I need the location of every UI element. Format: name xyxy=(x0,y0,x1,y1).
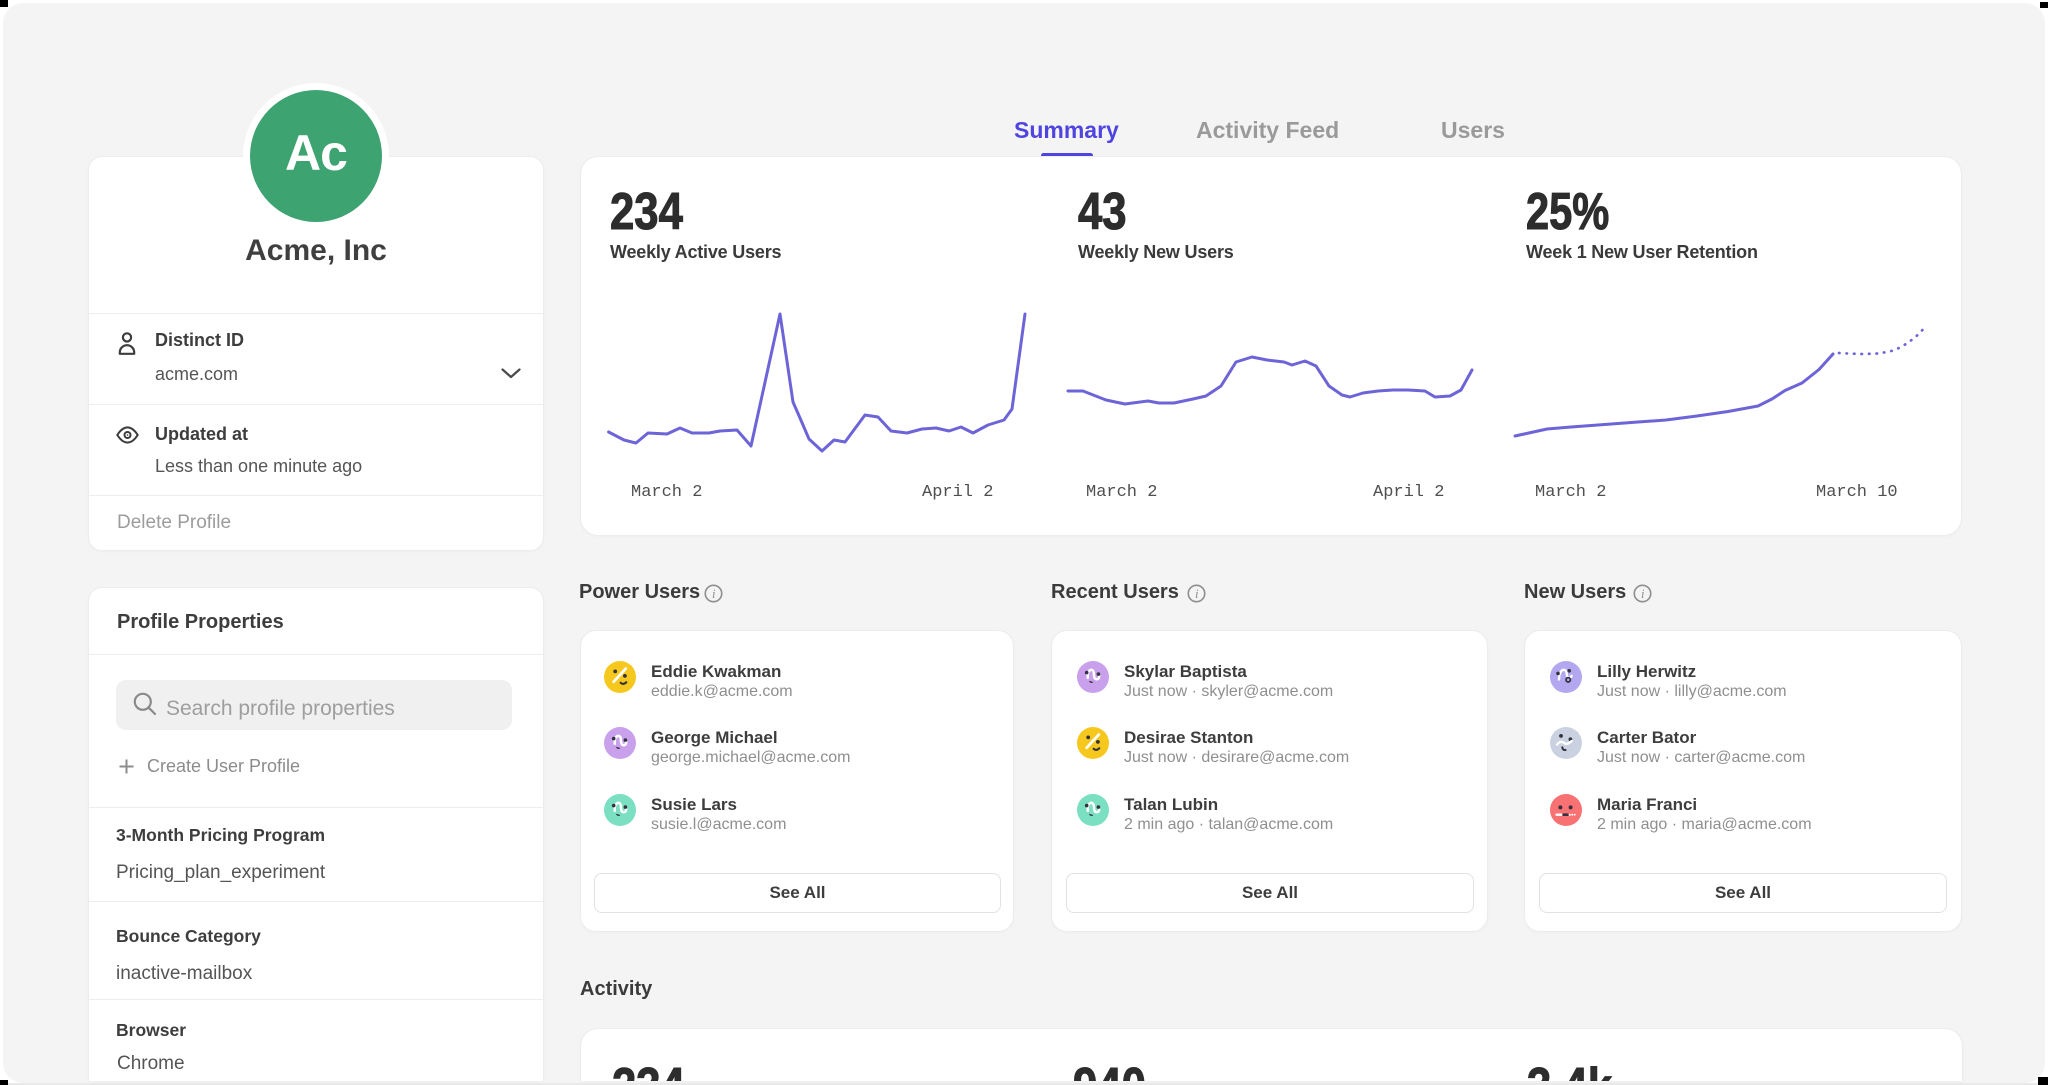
svg-text:i: i xyxy=(1195,587,1199,601)
svg-text:i: i xyxy=(712,587,716,601)
svg-text:i: i xyxy=(1641,587,1645,601)
